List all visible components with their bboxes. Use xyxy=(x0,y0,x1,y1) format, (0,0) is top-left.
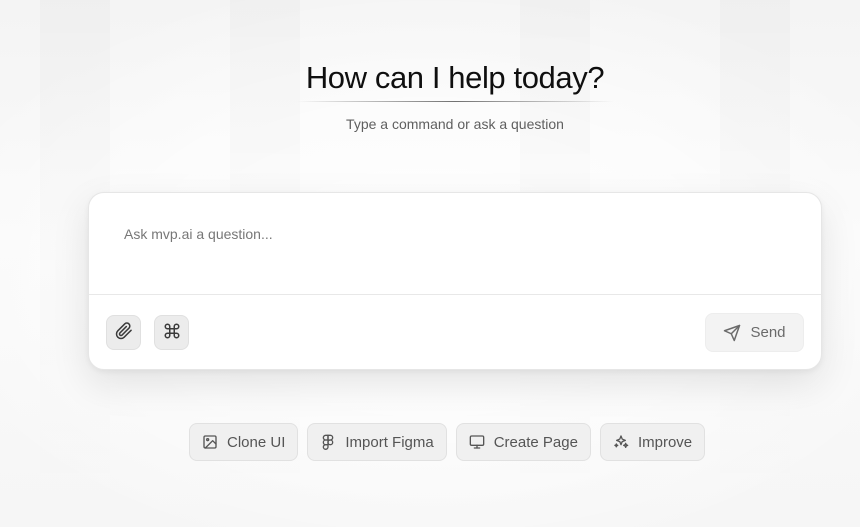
send-button[interactable]: Send xyxy=(705,313,804,352)
send-icon xyxy=(723,324,741,342)
import-figma-label: Import Figma xyxy=(345,433,434,451)
improve-button[interactable]: Improve xyxy=(599,423,706,461)
image-icon xyxy=(202,434,218,450)
command-button[interactable] xyxy=(154,315,189,350)
clone-ui-label: Clone UI xyxy=(227,433,286,451)
page-title: How can I help today? xyxy=(305,60,605,95)
import-figma-button[interactable]: Import Figma xyxy=(307,423,447,461)
create-page-label: Create Page xyxy=(493,433,578,451)
command-icon xyxy=(163,322,181,343)
send-label: Send xyxy=(750,324,786,341)
figma-icon xyxy=(320,434,336,450)
prompt-input[interactable] xyxy=(89,193,821,294)
hero: How can I help today? Type a command or … xyxy=(0,56,860,132)
attach-button[interactable] xyxy=(106,315,141,350)
paperclip-icon xyxy=(115,322,133,343)
title-underline xyxy=(296,101,614,102)
composer-divider xyxy=(89,294,821,295)
create-page-button[interactable]: Create Page xyxy=(455,423,591,461)
quick-actions: Clone UI Import Figma Create Page Improv… xyxy=(189,423,706,461)
clone-ui-button[interactable]: Clone UI xyxy=(189,423,299,461)
sparkles-icon xyxy=(613,434,629,450)
improve-label: Improve xyxy=(637,433,693,451)
chat-composer: Send xyxy=(88,192,822,370)
monitor-icon xyxy=(469,434,485,450)
page-subtitle: Type a command or ask a question xyxy=(346,116,564,132)
